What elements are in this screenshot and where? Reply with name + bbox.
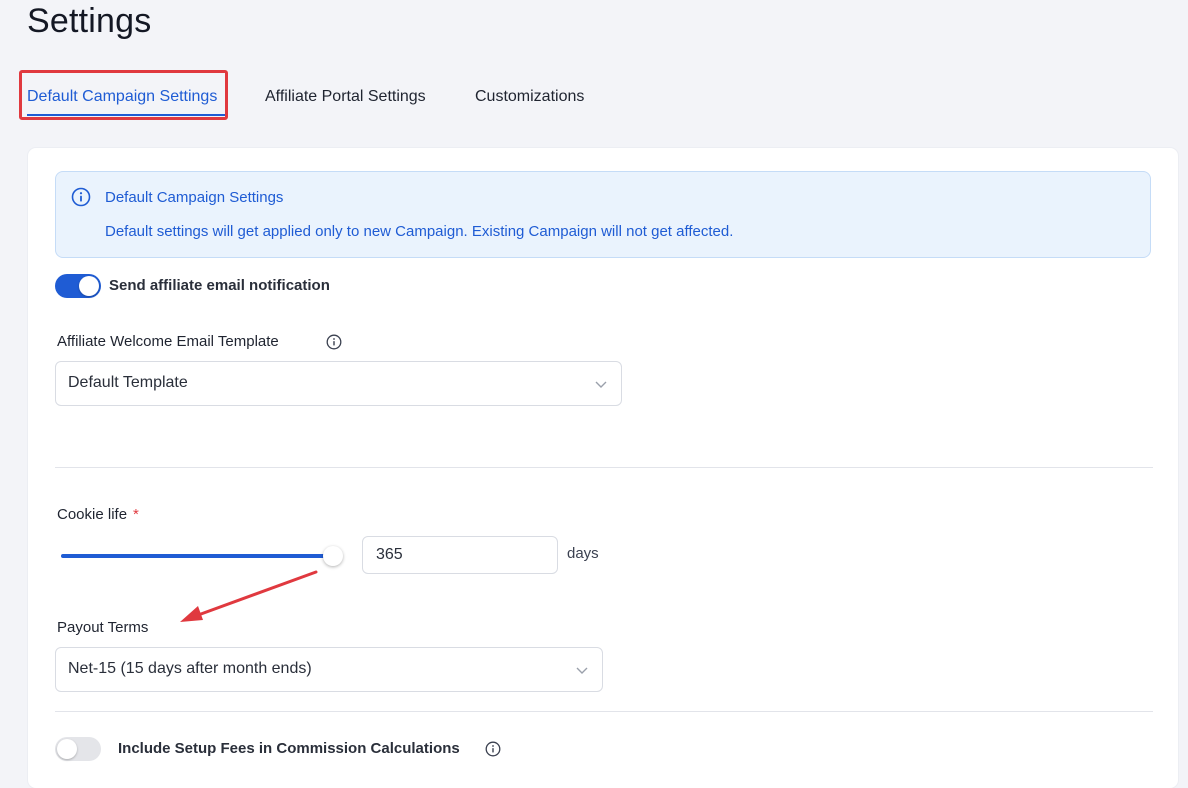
welcome-template-select[interactable]: Default Template	[55, 361, 622, 406]
info-icon[interactable]	[326, 334, 342, 350]
required-mark: *	[133, 506, 139, 523]
cookie-life-label: Cookie life *	[57, 506, 139, 523]
cookie-life-input[interactable]	[362, 536, 558, 574]
cookie-life-label-text: Cookie life	[57, 506, 128, 523]
info-text: Default settings will get applied only t…	[105, 223, 734, 240]
email-notification-label: Send affiliate email notification	[109, 277, 330, 294]
payout-terms-value: Net-15 (15 days after month ends)	[68, 660, 312, 677]
chevron-down-icon	[595, 381, 607, 388]
toggle-knob	[57, 739, 77, 759]
setup-fees-toggle[interactable]	[55, 737, 101, 761]
page-title: Settings	[27, 2, 152, 40]
annotation-arrow	[180, 570, 318, 622]
tab-default-campaign-settings[interactable]: Default Campaign Settings	[27, 88, 217, 106]
cookie-life-unit: days	[567, 545, 599, 562]
tab-bar: Default Campaign Settings Affiliate Port…	[0, 70, 700, 120]
cookie-life-slider-thumb[interactable]	[323, 546, 343, 566]
chevron-down-icon	[576, 667, 588, 674]
welcome-template-value: Default Template	[68, 374, 188, 391]
tab-affiliate-portal-settings[interactable]: Affiliate Portal Settings	[265, 88, 426, 106]
info-banner: Default Campaign Settings Default settin…	[55, 171, 1151, 258]
section-divider	[55, 467, 1153, 468]
setup-fees-label: Include Setup Fees in Commission Calcula…	[118, 740, 460, 757]
section-divider	[55, 711, 1153, 712]
info-icon[interactable]	[485, 741, 501, 757]
active-tab-underline	[27, 114, 225, 116]
payout-terms-select[interactable]: Net-15 (15 days after month ends)	[55, 647, 603, 692]
settings-card: Default Campaign Settings Default settin…	[28, 148, 1178, 788]
info-circle-icon	[71, 187, 91, 207]
cookie-life-slider-track[interactable]	[61, 554, 334, 558]
welcome-template-label: Affiliate Welcome Email Template	[57, 333, 279, 350]
email-notification-toggle[interactable]	[55, 274, 101, 298]
info-title: Default Campaign Settings	[105, 189, 284, 206]
toggle-knob	[79, 276, 99, 296]
tab-customizations[interactable]: Customizations	[475, 88, 584, 106]
payout-terms-label: Payout Terms	[57, 619, 149, 636]
